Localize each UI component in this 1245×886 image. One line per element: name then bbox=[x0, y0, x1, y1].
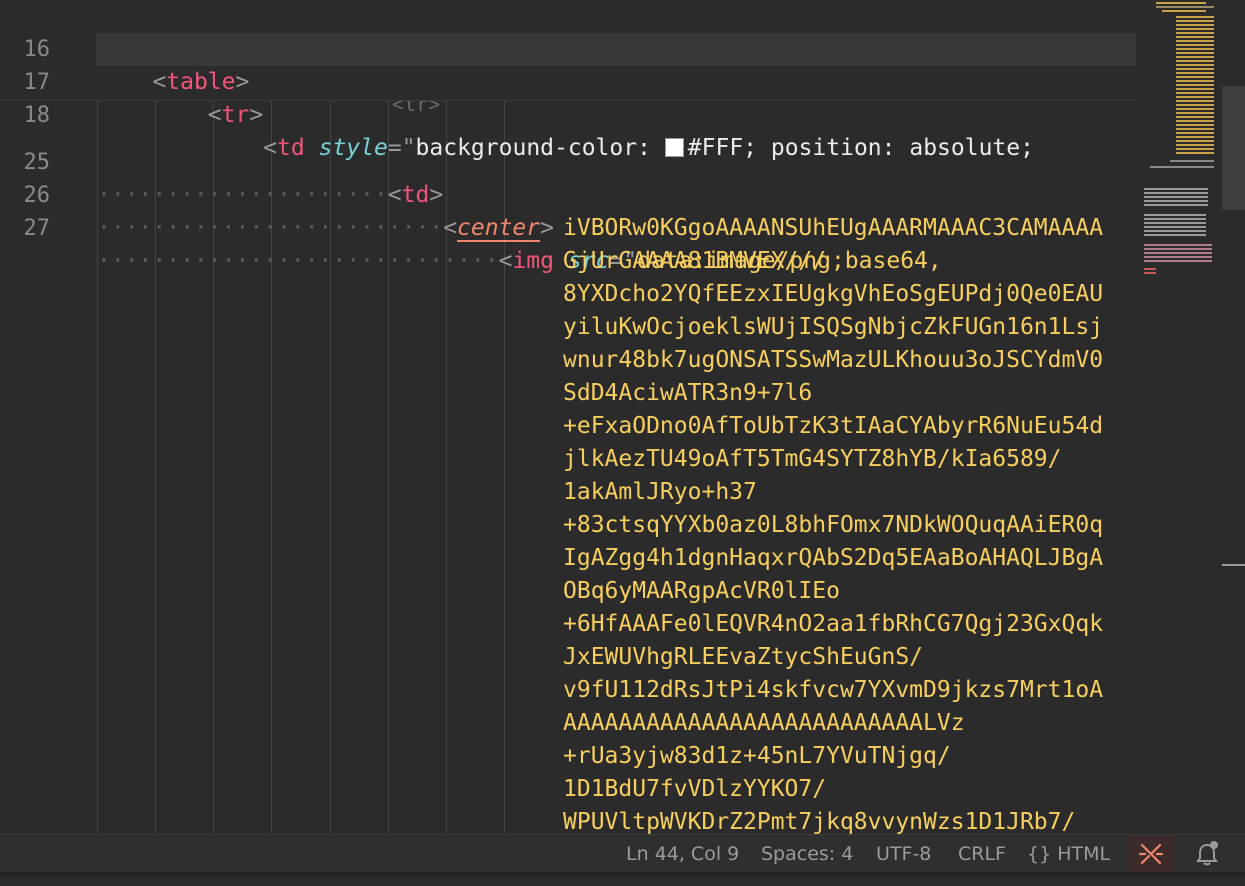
indent-guide bbox=[446, 100, 447, 834]
scrollbar-thumb[interactable] bbox=[1222, 86, 1245, 210]
base64-wrapped-line: v9fU112dRsJtPi4skfvcw7YXvmD9jkzs7Mrt1oA bbox=[563, 677, 1104, 703]
base64-wrapped-line: iVBORw0KGgoAAAANSUhEUgAAARMAAAC3CAMAAAA bbox=[563, 215, 1104, 241]
scrollbar-marker bbox=[1222, 564, 1245, 566]
braces-icon: {} bbox=[1027, 843, 1052, 865]
sticky-line[interactable]: 17 <tr> bbox=[0, 33, 264, 128]
code-text: <tr> bbox=[207, 102, 264, 128]
sticky-scroll-header[interactable]: 16 <table> 17 <tr> 18 <td style="backgro… bbox=[0, 0, 1136, 161]
base64-wrapped-line: WPUVltpWVKDrZ2Pmt7jkq8vvynWzs1D1JRb7/ bbox=[563, 809, 1076, 834]
base64-wrapped-line: 1akAmlJRyo+h37 bbox=[563, 479, 757, 505]
base64-wrapped-line: 8YXDcho2YQfEEzxIEUgkgVhEoSgEUPdj0Qe0EAU bbox=[563, 281, 1104, 307]
minimap[interactable] bbox=[1140, 0, 1222, 300]
code-text: ·····················<td> bbox=[97, 182, 444, 208]
base64-wrapped-line: +rUa3yjw83d1z+45nL7YVuTNjgq/ bbox=[563, 743, 951, 769]
base64-wrapped-line: jlkAezTU49oAfT5TmG4SYTZ8hYB/kIa6589/ bbox=[563, 446, 1062, 472]
no-broadcast-button[interactable] bbox=[1128, 835, 1174, 873]
code-text: ·························<center> bbox=[97, 215, 554, 241]
sticky-line[interactable]: 16 <table> bbox=[0, 0, 250, 95]
indentation-setting[interactable]: Spaces: 4 bbox=[761, 835, 853, 873]
base64-wrapped-line: wnur48bk7ugONSATSSwMazULKhouu3oJSCYdmV0 bbox=[563, 347, 1104, 373]
notifications-button[interactable] bbox=[1190, 835, 1224, 873]
encoding-setting[interactable]: UTF-8 bbox=[876, 835, 931, 873]
language-label: HTML bbox=[1057, 843, 1111, 865]
line-number: 18 bbox=[23, 103, 51, 128]
base64-wrapped-line: GjUrGAAAA81BMVEX/// bbox=[563, 248, 827, 274]
base64-wrapped-line: IgAZgg4h1dgnHaqxrQAbS2Dq5EAaBoAHAQLJBgA bbox=[563, 545, 1104, 571]
bell-dot-icon bbox=[1196, 841, 1218, 866]
base64-wrapped-line: 1D1BdU7fvVDlzYYKO7/ bbox=[563, 776, 827, 802]
indent-guide bbox=[504, 100, 505, 834]
vertical-scrollbar[interactable] bbox=[1222, 0, 1245, 834]
code-editor[interactable]: 16 <table> 17 <tr> 18 <td style="backgro… bbox=[0, 0, 1136, 834]
base64-wrapped-line: SdD4AciwATR3n9+7l6 bbox=[563, 380, 813, 406]
line-ending-setting[interactable]: CRLF bbox=[958, 835, 1006, 873]
sticky-line[interactable]: 18 <td style="background-color: #FFF; po… bbox=[0, 66, 1034, 161]
cursor-position[interactable]: Ln 44, Col 9 bbox=[626, 835, 739, 873]
base64-wrapped-line: +83ctsqYYXb0az0L8bhFOmx7NDkWOQuqAAiER0q bbox=[563, 512, 1104, 538]
base64-wrapped-line: AAAAAAAAAAAAAAAAAAAAAAAAAALVz bbox=[563, 710, 965, 736]
base64-wrapped-line: OBq6yMAARgpAcVR0lIEo bbox=[563, 578, 840, 604]
language-mode[interactable]: {} HTML bbox=[1027, 835, 1110, 873]
base64-wrapped-line: JxEWUVhgRLEEvaZtycShEuGnS/ bbox=[563, 644, 924, 670]
current-line-highlight bbox=[96, 33, 1136, 66]
code-text: <table> bbox=[152, 69, 250, 95]
code-text: <td style="background-color: #FFF; posit… bbox=[263, 135, 1034, 161]
base64-wrapped-line: yiluKwOcjoeklsWUjISQSgNbjcZkFUGn16n1Lsj bbox=[563, 314, 1104, 340]
base64-wrapped-line: +6HfAAAFe0lEQVR4nO2aa1fbRhCG7Qgj23GxQqk bbox=[563, 611, 1104, 637]
color-swatch-icon[interactable] bbox=[664, 138, 684, 157]
bottom-edge bbox=[0, 872, 1245, 877]
line-number: 27 bbox=[23, 216, 51, 241]
no-broadcast-icon bbox=[1138, 843, 1164, 865]
status-bar: Ln 44, Col 9 Spaces: 4 UTF-8 CRLF {} HTM… bbox=[0, 834, 1245, 873]
base64-wrapped-line: +eFxaODno0AfToUbTzK3tIAaCYAbyrR6NuEu54d bbox=[563, 413, 1104, 439]
